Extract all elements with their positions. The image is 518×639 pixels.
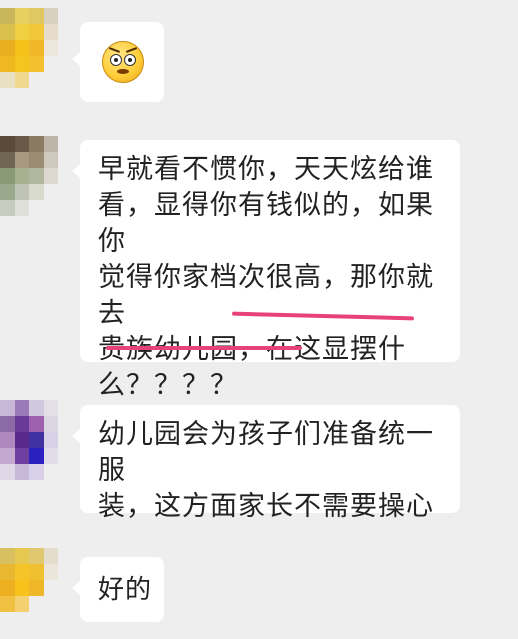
avatar[interactable] — [0, 548, 58, 628]
highlight-underline — [106, 346, 302, 350]
message-text: 幼儿园会为孩子们准备统一服 装，这方面家长不需要操心 — [98, 419, 434, 522]
shocked-face-emoji-icon — [102, 41, 144, 83]
message-bubble[interactable] — [72, 22, 164, 102]
avatar[interactable] — [0, 136, 58, 216]
message-bubble[interactable]: 幼儿园会为孩子们准备统一服 装，这方面家长不需要操心 — [72, 405, 460, 522]
message-text: 早就看不惯你，天天炫给谁 看，显得你有钱似的，如果你 觉得你家档次很高，那你就去… — [98, 154, 434, 401]
message-text: 好的 — [98, 575, 153, 605]
chat-window: 早就看不惯你，天天炫给谁 看，显得你有钱似的，如果你 觉得你家档次很高，那你就去… — [0, 0, 518, 639]
message-bubble[interactable]: 好的 — [72, 557, 164, 622]
message-bubble[interactable]: 早就看不惯你，天天炫给谁 看，显得你有钱似的，如果你 觉得你家档次很高，那你就去… — [72, 140, 460, 401]
avatar[interactable] — [0, 8, 58, 88]
avatar[interactable] — [0, 400, 58, 480]
